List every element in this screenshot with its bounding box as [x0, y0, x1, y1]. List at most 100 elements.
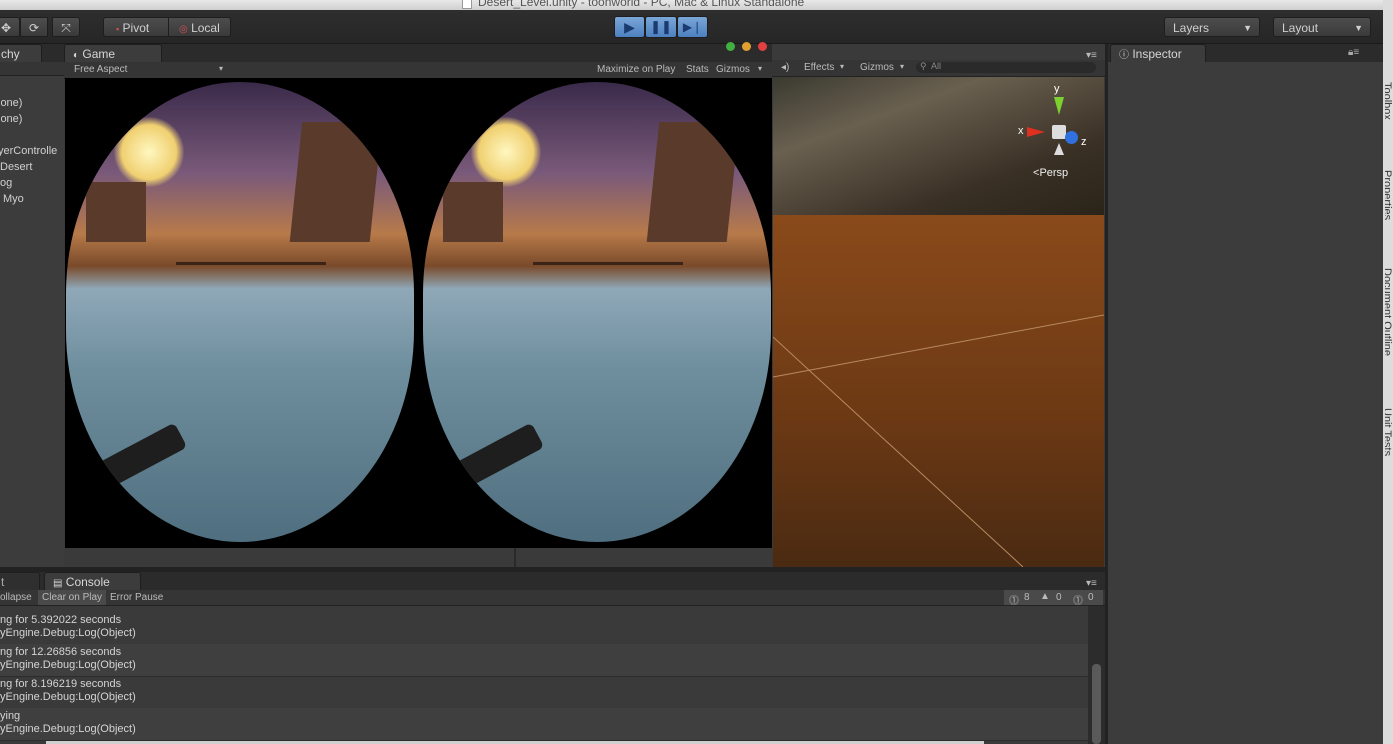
- sun-image: [114, 117, 184, 187]
- scene-viewport[interactable]: y x z <Persp: [773, 77, 1104, 567]
- hierarchy-item[interactable]: og: [0, 177, 12, 189]
- close-dot-icon[interactable]: [758, 42, 767, 51]
- rocket-launcher-image: [451, 422, 545, 490]
- local-toggle[interactable]: ◎ Local: [168, 17, 231, 37]
- error-icon[interactable]: ⓵: [1009, 592, 1019, 607]
- side-tab-document-outline[interactable]: Document Outline: [1385, 268, 1393, 372]
- local-icon: ◎: [179, 24, 188, 35]
- console-entry-message: ying: [0, 710, 21, 722]
- chevron-down-icon: ▼: [1354, 23, 1363, 33]
- gizmo-x-arrow[interactable]: [1027, 127, 1045, 137]
- console-entry[interactable]: ying yEngine.Debug:Log(Object): [0, 708, 1088, 741]
- search-icon: ⚲: [920, 61, 927, 71]
- aspect-dropdown[interactable]: Free Aspect: [74, 64, 127, 75]
- console-entry[interactable]: ng for 5.392022 seconds yEngine.Debug:Lo…: [0, 612, 1088, 645]
- panel-menu-icon[interactable]: ▾≡: [1086, 50, 1097, 61]
- console-icon: ▤: [53, 578, 63, 589]
- side-tab-label: Toolbox: [1385, 82, 1393, 120]
- gizmo-z-label: z: [1081, 136, 1087, 148]
- pivot-label: Pivot: [122, 21, 150, 35]
- console-entry-trace: yEngine.Debug:Log(Object): [0, 627, 136, 639]
- local-label: Local: [191, 21, 220, 35]
- info-count: 0: [1088, 592, 1094, 603]
- pivot-icon: ▪: [116, 24, 120, 34]
- lock-icon[interactable]: 🔒︎≡: [1348, 47, 1359, 58]
- game-gizmos-dropdown[interactable]: Gizmos: [716, 64, 750, 75]
- gizmo-y-arrow[interactable]: [1054, 97, 1064, 115]
- gizmo-neg-y-arrow[interactable]: [1054, 143, 1064, 155]
- hierarchy-item[interactable]: Myo: [3, 193, 24, 205]
- main-toolbar: ✥ ⟳ ⤧ ▪ Pivot ◎ Local ▶ ❚❚ ▶❘ Layers ▼ L…: [0, 10, 1383, 44]
- side-tab-unit-tests[interactable]: Unit Tests: [1385, 408, 1393, 468]
- chevron-down-icon: ▾: [758, 64, 763, 73]
- hierarchy-item[interactable]: yerControlle: [0, 145, 57, 157]
- tab-console-label: Console: [65, 575, 110, 589]
- tab-game[interactable]: ◐ Game: [64, 44, 162, 62]
- console-entry[interactable]: ng for 8.196219 seconds yEngine.Debug:Lo…: [0, 676, 1088, 709]
- rocket-launcher-image: [94, 422, 188, 490]
- side-tab-toolbox[interactable]: Toolbox: [1385, 82, 1393, 142]
- hierarchy-item[interactable]: lone): [0, 97, 22, 109]
- audio-icon[interactable]: ◂): [781, 62, 789, 73]
- scene-search-input[interactable]: ⚲ All: [916, 61, 1096, 73]
- maximize-on-play-toggle[interactable]: Maximize on Play: [597, 64, 675, 75]
- tab-inspector[interactable]: ⓘ Inspector: [1110, 44, 1206, 62]
- tab-hierarchy[interactable]: chy: [0, 44, 42, 62]
- hierarchy-item[interactable]: Desert: [0, 161, 32, 173]
- play-button[interactable]: ▶: [614, 16, 645, 38]
- step-button[interactable]: ▶❘: [677, 16, 708, 38]
- fence-image: [533, 262, 683, 265]
- move-tool-icon[interactable]: ✥: [0, 17, 20, 37]
- error-pause-toggle[interactable]: Error Pause: [110, 592, 163, 603]
- sun-image: [471, 117, 541, 187]
- console-entry-trace: yEngine.Debug:Log(Object): [0, 691, 136, 703]
- console-scrollbar-thumb[interactable]: [1092, 664, 1101, 744]
- inspector-panel: [1108, 62, 1383, 744]
- scene-orientation-gizmo[interactable]: [1027, 97, 1078, 155]
- warning-count: 0: [1056, 592, 1062, 603]
- chevron-down-icon: ▼: [1243, 23, 1252, 33]
- scale-tool-icon[interactable]: ⤧: [52, 17, 80, 37]
- side-tab-properties[interactable]: Properties: [1385, 170, 1393, 230]
- tab-console[interactable]: ▤ Console: [44, 572, 141, 590]
- rotate-tool-icon[interactable]: ⟳: [20, 17, 48, 37]
- maximize-dot-icon[interactable]: [726, 42, 735, 51]
- console-entry[interactable]: ng for 12.26856 seconds yEngine.Debug:Lo…: [0, 644, 1088, 677]
- info-count-icon[interactable]: ⓵: [1073, 592, 1083, 607]
- game-viewport[interactable]: [65, 78, 772, 548]
- hierarchy-item[interactable]: lone): [0, 113, 22, 125]
- pivot-toggle[interactable]: ▪ Pivot: [103, 17, 169, 37]
- persp-label: Persp: [1039, 167, 1069, 179]
- warning-icon[interactable]: ▲: [1040, 591, 1050, 602]
- console-tabbar: [0, 572, 1105, 590]
- console-entry-trace: yEngine.Debug:Log(Object): [0, 723, 136, 735]
- error-count: 8: [1024, 592, 1030, 603]
- clear-on-play-toggle[interactable]: Clear on Play: [38, 590, 107, 605]
- side-tab-label: Document Outline: [1385, 268, 1393, 357]
- rock-image: [646, 122, 740, 242]
- gizmo-z-arrow[interactable]: [1065, 131, 1078, 144]
- scene-gizmos-dropdown[interactable]: Gizmos: [860, 62, 894, 73]
- effects-dropdown[interactable]: Effects: [804, 62, 834, 73]
- tab-project[interactable]: t: [0, 572, 40, 590]
- side-tab-strip: Toolbox Properties Document Outline Unit…: [1383, 0, 1393, 744]
- layout-dropdown[interactable]: Layout ▼: [1273, 17, 1371, 37]
- console-entry-message: ng for 8.196219 seconds: [0, 678, 122, 690]
- layout-label: Layout: [1282, 21, 1319, 35]
- hierarchy-subbar: [0, 62, 64, 76]
- persp-toggle[interactable]: <Persp: [1033, 167, 1068, 179]
- pause-button[interactable]: ❚❚: [645, 16, 677, 38]
- console-scrollbar[interactable]: [1088, 606, 1105, 744]
- layers-dropdown[interactable]: Layers ▼: [1164, 17, 1260, 37]
- panel-menu-icon[interactable]: ▾≡: [1086, 578, 1097, 589]
- right-eye-render: [423, 82, 771, 542]
- stats-toggle[interactable]: Stats: [686, 64, 709, 75]
- game-tabbar: [64, 44, 772, 62]
- collapse-toggle[interactable]: ollapse: [0, 592, 32, 603]
- chevron-down-icon: ▾: [219, 64, 224, 73]
- hierarchy-panel: lone) lone) yerControlle Desert og Myo: [0, 62, 64, 567]
- gizmo-y-label: y: [1054, 83, 1060, 95]
- minimize-dot-icon[interactable]: [742, 42, 751, 51]
- panel-divider: [514, 548, 516, 567]
- gizmo-cube: [1052, 125, 1066, 139]
